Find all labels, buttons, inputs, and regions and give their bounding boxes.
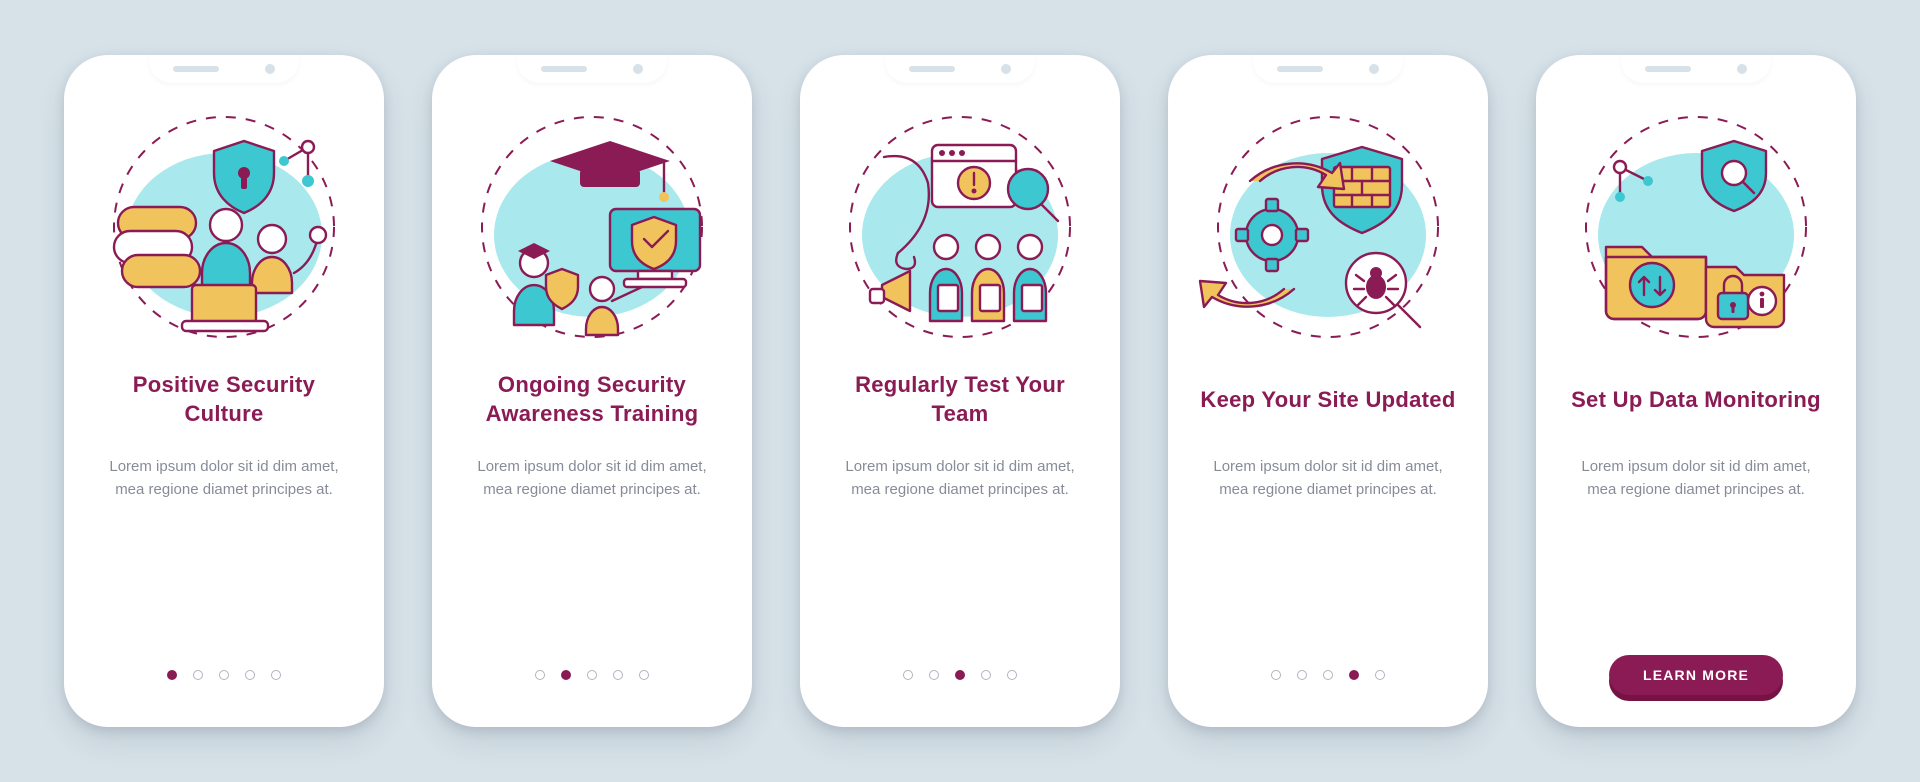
onboarding-card-set-up-data-monitoring: Set Up Data Monitoring Lorem ipsum dolor…: [1536, 55, 1856, 727]
speaker-slot: [909, 66, 955, 72]
phone-notch: [1253, 55, 1403, 83]
slide-body: Lorem ipsum dolor sit id dim amet, mea r…: [1564, 455, 1828, 502]
slide-footer: [92, 651, 356, 699]
page-dot-3[interactable]: [1323, 670, 1333, 680]
learn-more-button[interactable]: LEARN MORE: [1609, 655, 1783, 695]
camera-dot: [1369, 64, 1379, 74]
slide-title: Ongoing Security Awareness Training: [460, 363, 724, 437]
page-dot-2[interactable]: [1297, 670, 1307, 680]
page-dot-4[interactable]: [1349, 670, 1359, 680]
onboarding-card-keep-your-site-updated: Keep Your Site Updated Lorem ipsum dolor…: [1168, 55, 1488, 727]
phishing-team-alert-icon: [830, 97, 1090, 357]
camera-dot: [633, 64, 643, 74]
page-dot-3[interactable]: [587, 670, 597, 680]
page-dot-1[interactable]: [903, 670, 913, 680]
camera-dot: [265, 64, 275, 74]
pagination-dots: [903, 670, 1017, 680]
page-dot-5[interactable]: [271, 670, 281, 680]
graduation-shield-monitor-icon: [462, 97, 722, 357]
speaker-slot: [1277, 66, 1323, 72]
phone-notch: [149, 55, 299, 83]
folder-lock-shield-search-icon: [1566, 97, 1826, 357]
page-dot-5[interactable]: [1375, 670, 1385, 680]
slide-title: Keep Your Site Updated: [1200, 363, 1455, 437]
pagination-dots: [535, 670, 649, 680]
phone-notch: [517, 55, 667, 83]
onboarding-card-ongoing-security-awareness-training: Ongoing Security Awareness Training Lore…: [432, 55, 752, 727]
pagination-dots: [167, 670, 281, 680]
slide-footer: [460, 651, 724, 699]
page-dot-1[interactable]: [1271, 670, 1281, 680]
slide-body: Lorem ipsum dolor sit id dim amet, mea r…: [1196, 455, 1460, 502]
page-dot-1[interactable]: [167, 670, 177, 680]
camera-dot: [1737, 64, 1747, 74]
phone-notch: [1621, 55, 1771, 83]
update-firewall-bug-icon: [1198, 97, 1458, 357]
slide-title: Set Up Data Monitoring: [1571, 363, 1821, 437]
onboarding-card-regularly-test-your-team: Regularly Test Your Team Lorem ipsum dol…: [800, 55, 1120, 727]
page-dot-4[interactable]: [981, 670, 991, 680]
page-dot-2[interactable]: [561, 670, 571, 680]
page-dot-1[interactable]: [535, 670, 545, 680]
slide-title: Regularly Test Your Team: [828, 363, 1092, 437]
slide-footer: [1196, 651, 1460, 699]
speaker-slot: [173, 66, 219, 72]
page-dot-2[interactable]: [193, 670, 203, 680]
page-dot-4[interactable]: [245, 670, 255, 680]
onboarding-card-positive-security-culture: Positive Security Culture Lorem ipsum do…: [64, 55, 384, 727]
page-dot-3[interactable]: [219, 670, 229, 680]
page-dot-5[interactable]: [1007, 670, 1017, 680]
slide-footer: LEARN MORE: [1564, 651, 1828, 699]
speaker-slot: [1645, 66, 1691, 72]
slide-footer: [828, 651, 1092, 699]
page-dot-2[interactable]: [929, 670, 939, 680]
page-dot-4[interactable]: [613, 670, 623, 680]
phone-notch: [885, 55, 1035, 83]
camera-dot: [1001, 64, 1011, 74]
page-dot-3[interactable]: [955, 670, 965, 680]
slide-body: Lorem ipsum dolor sit id dim amet, mea r…: [92, 455, 356, 502]
pagination-dots: [1271, 670, 1385, 680]
slide-body: Lorem ipsum dolor sit id dim amet, mea r…: [460, 455, 724, 502]
slide-body: Lorem ipsum dolor sit id dim amet, mea r…: [828, 455, 1092, 502]
speaker-slot: [541, 66, 587, 72]
team-shield-icon: [94, 97, 354, 357]
slide-title: Positive Security Culture: [92, 363, 356, 437]
page-dot-5[interactable]: [639, 670, 649, 680]
onboarding-row: Positive Security Culture Lorem ipsum do…: [64, 55, 1856, 727]
